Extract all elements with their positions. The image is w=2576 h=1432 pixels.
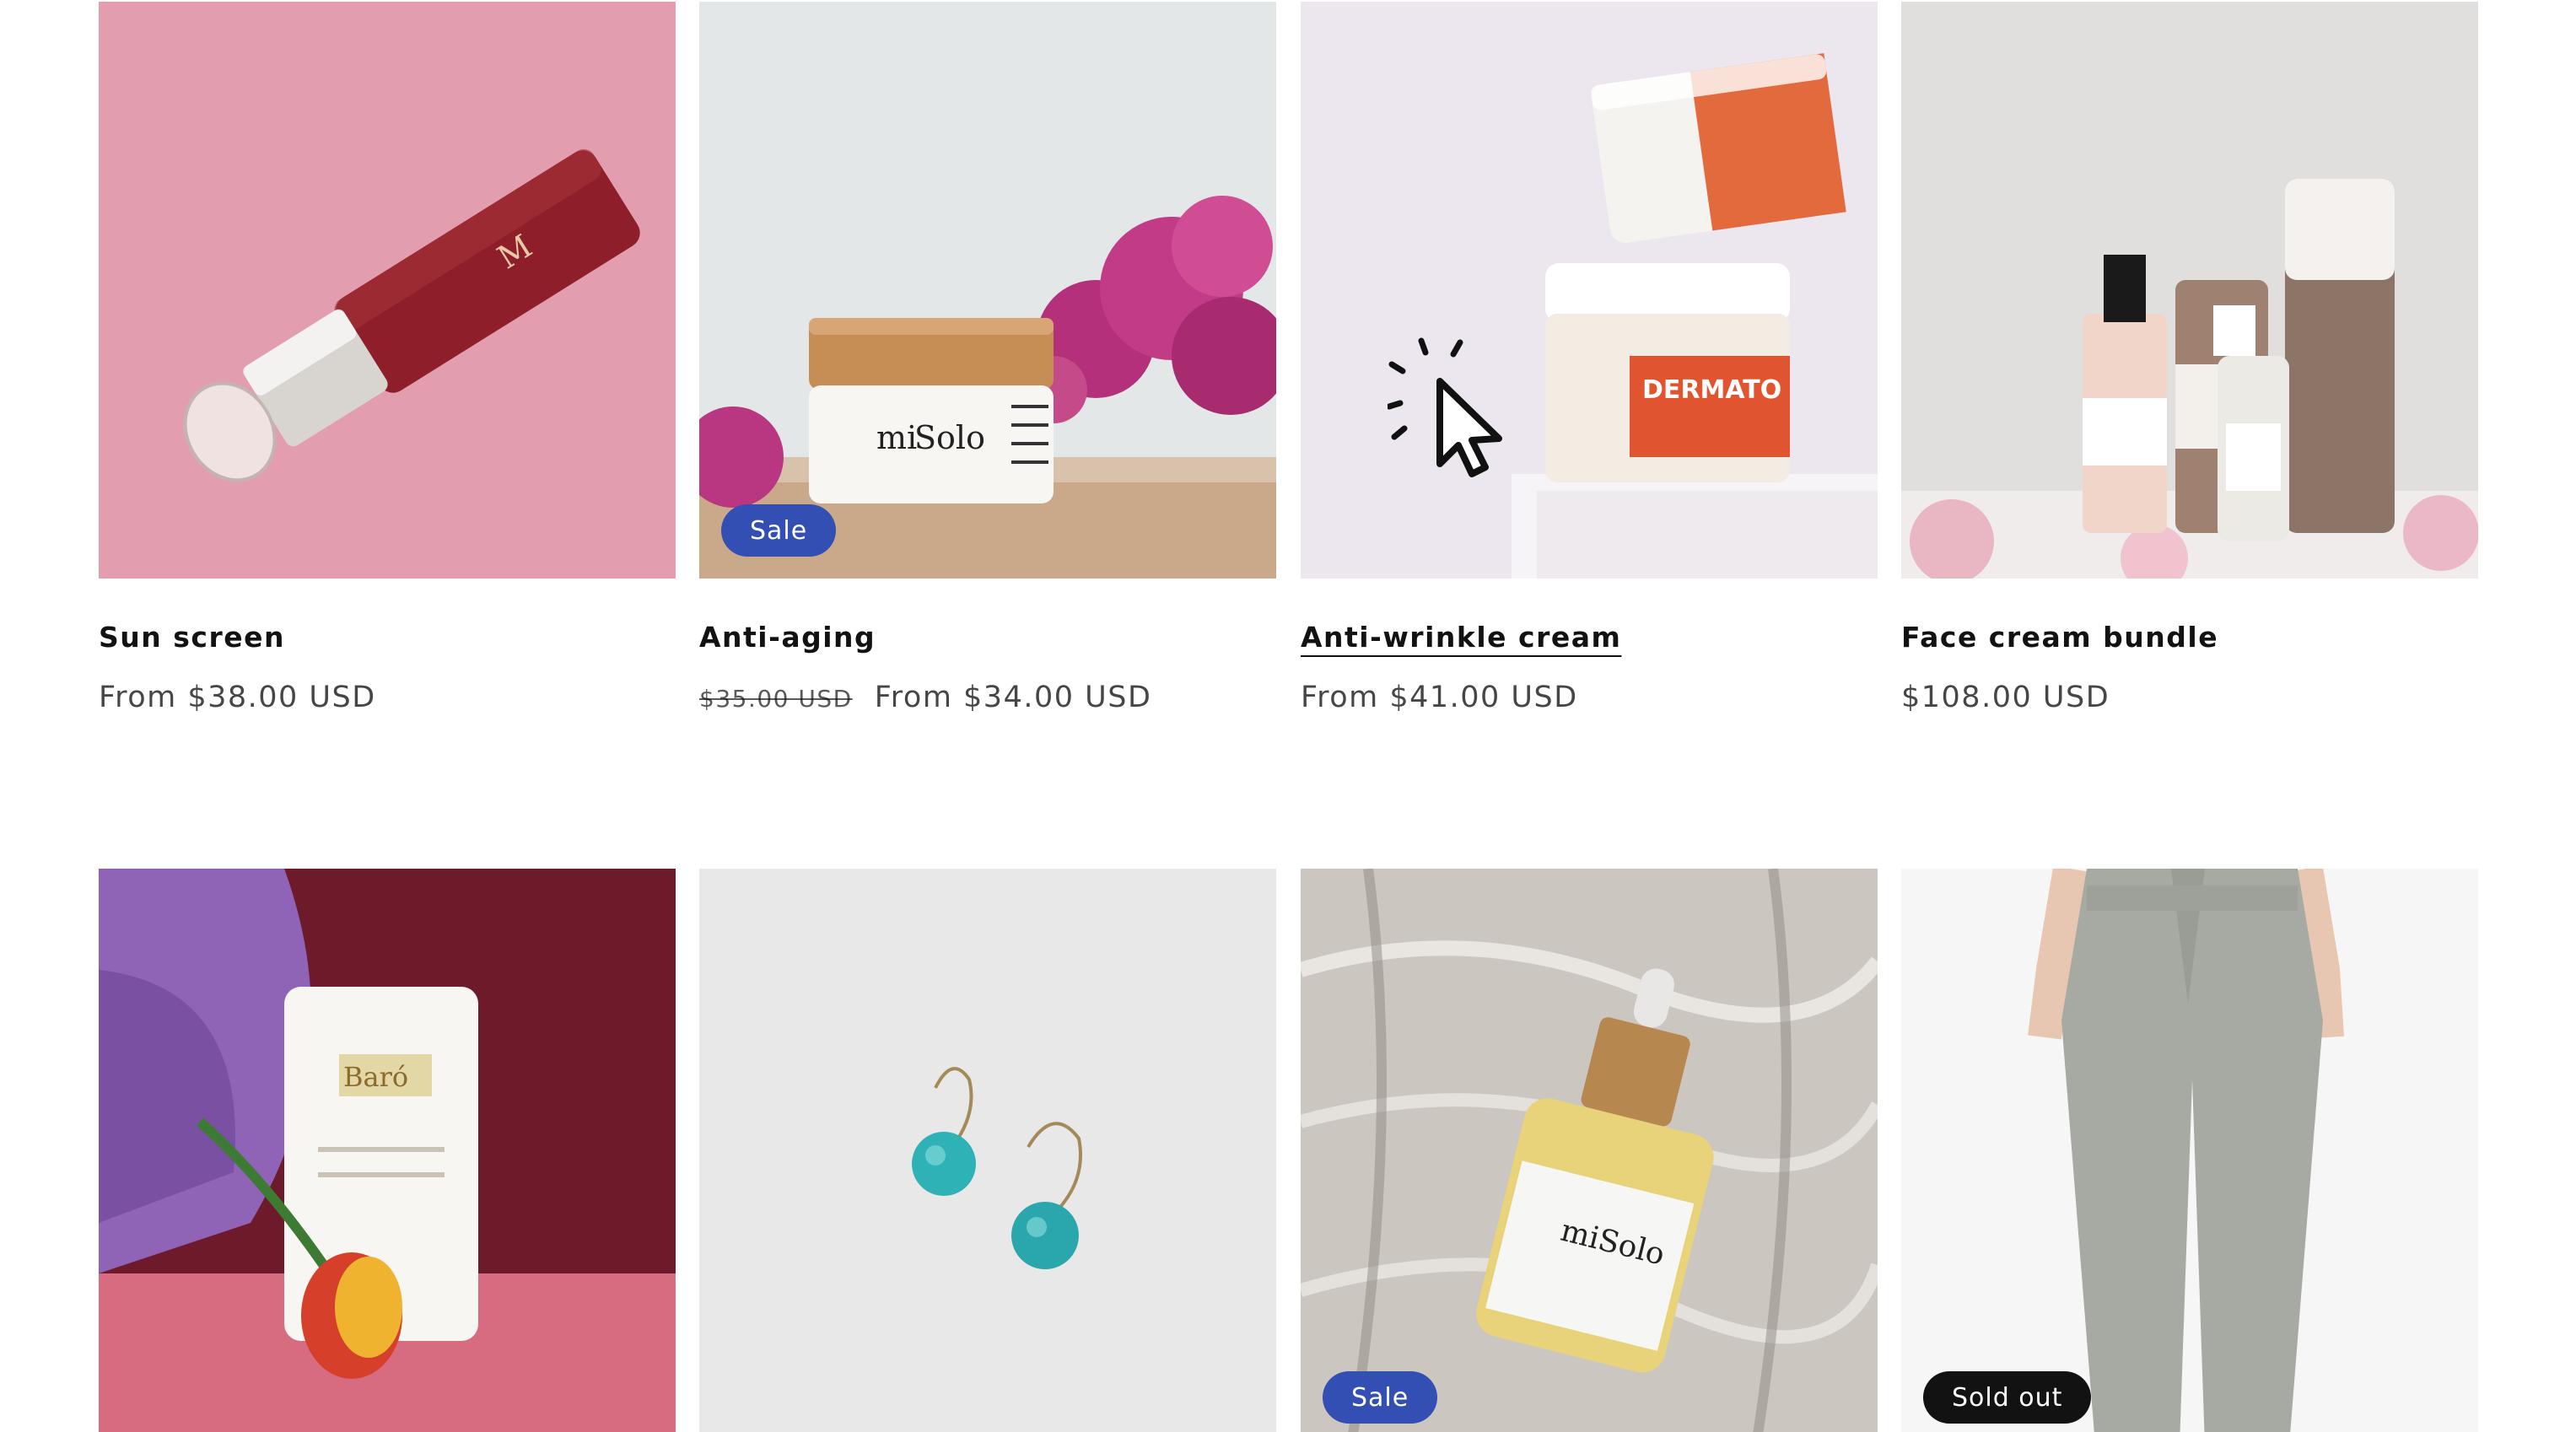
product-image-turquoise-earrings[interactable] <box>699 869 1276 1432</box>
product-image-serum[interactable]: miSolo Sale <box>1301 869 1878 1432</box>
product-price: From $41.00 USD <box>1301 681 1878 714</box>
product-price: $35.00 USD From $34.00 USD <box>699 681 1276 714</box>
svg-text:Baró: Baró <box>343 1061 408 1093</box>
svg-text:DERMATO: DERMATO <box>1642 375 1781 405</box>
trousers-image <box>1901 869 2478 1432</box>
product-card-sun-screen[interactable]: M Sun screen From $38.00 USD <box>99 2 676 714</box>
product-image-body-cream[interactable]: Baró <box>99 869 676 1432</box>
body-cream-image: Baró <box>99 869 676 1432</box>
product-title[interactable]: Sun screen <box>99 621 285 654</box>
serum-image: miSolo <box>1301 869 1878 1432</box>
product-card-body-cream[interactable]: Baró <box>99 869 676 1432</box>
price-compare: $35.00 USD <box>699 685 853 713</box>
sale-badge: Sale <box>721 504 837 557</box>
earrings-image <box>699 869 1276 1432</box>
product-title[interactable]: Face cream bundle <box>1901 621 2218 654</box>
product-card-face-cream-bundle[interactable]: Face cream bundle $108.00 USD <box>1901 2 2478 714</box>
product-card-turquoise-earrings[interactable] <box>699 869 1276 1432</box>
price-regular: From $38.00 USD <box>99 681 376 714</box>
sold-out-badge: Sold out <box>1923 1371 2092 1424</box>
product-image-sun-screen[interactable]: M <box>99 2 676 579</box>
product-grid: M Sun screen From $38.00 USD mi Solo Sal… <box>0 0 2576 1432</box>
product-price: From $38.00 USD <box>99 681 676 714</box>
product-image-anti-wrinkle-cream[interactable]: DERMATO <box>1301 2 1878 579</box>
price-regular: $108.00 USD <box>1901 681 2110 714</box>
face-cream-bundle-image <box>1901 2 2478 579</box>
sun-screen-image: M <box>99 2 676 579</box>
product-title[interactable]: Anti-wrinkle cream <box>1301 621 1621 654</box>
product-card-trousers[interactable]: Sold out <box>1901 869 2478 1432</box>
svg-text:mi: mi <box>876 419 917 456</box>
anti-wrinkle-cream-image: DERMATO <box>1301 2 1878 579</box>
product-price: $108.00 USD <box>1901 681 2478 714</box>
click-cursor-icon <box>1388 337 1502 477</box>
anti-aging-image: mi Solo <box>699 2 1276 579</box>
product-card-serum[interactable]: miSolo Sale <box>1301 869 1878 1432</box>
price-sale: From $34.00 USD <box>874 681 1152 714</box>
product-image-trousers[interactable]: Sold out <box>1901 869 2478 1432</box>
svg-text:Solo: Solo <box>914 419 985 456</box>
product-image-anti-aging[interactable]: mi Solo Sale <box>699 2 1276 579</box>
product-image-face-cream-bundle[interactable] <box>1901 2 2478 579</box>
product-card-anti-aging[interactable]: mi Solo Sale Anti-aging $35.00 USD From … <box>699 2 1276 714</box>
price-regular: From $41.00 USD <box>1301 681 1578 714</box>
sale-badge: Sale <box>1323 1371 1438 1424</box>
product-title[interactable]: Anti-aging <box>699 621 876 654</box>
